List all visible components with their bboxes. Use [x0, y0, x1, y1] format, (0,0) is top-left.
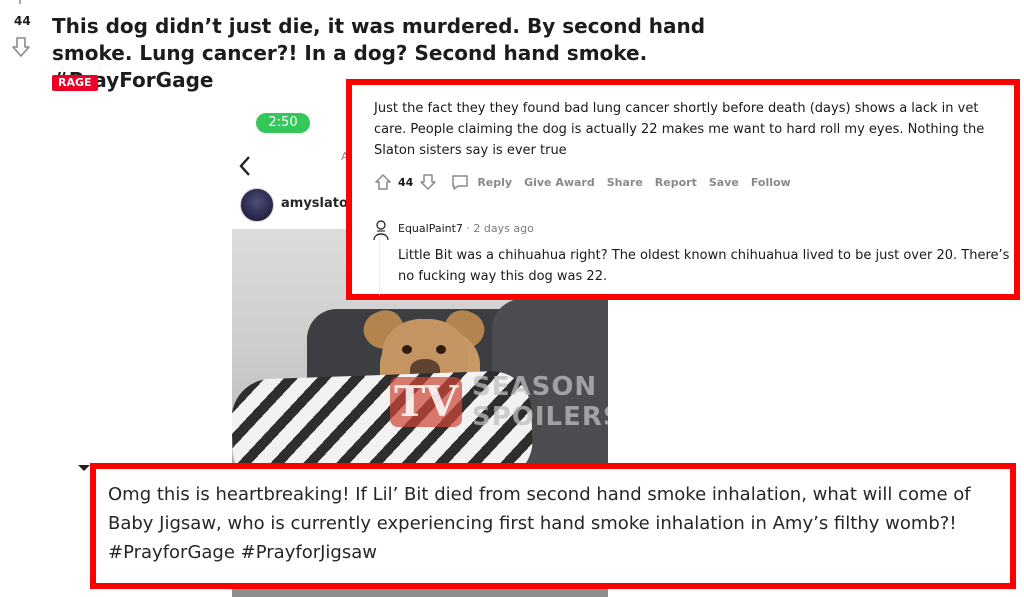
post-score: 44: [14, 14, 31, 28]
caption-text: Omg this is heartbreaking! If Lil’ Bit d…: [108, 484, 971, 563]
reply-button[interactable]: Reply: [477, 176, 512, 189]
dog-eye: [436, 345, 446, 354]
back-chevron-icon[interactable]: [238, 155, 252, 177]
upvote-icon[interactable]: [374, 173, 392, 191]
post-flair[interactable]: RAGE: [52, 75, 98, 91]
follow-button[interactable]: Follow: [751, 176, 791, 189]
report-button[interactable]: Report: [655, 176, 697, 189]
comment-text: Just the fact they they found bad lung c…: [374, 101, 985, 158]
share-button[interactable]: Share: [607, 176, 643, 189]
save-button[interactable]: Save: [709, 176, 739, 189]
highlighted-comment-box: Just the fact they they found bad lung c…: [346, 79, 1020, 300]
comment-score: 44: [398, 175, 414, 189]
watermark-line: SEASON: [472, 372, 598, 402]
downvote-icon[interactable]: [11, 36, 31, 58]
comment-actions: 44 Reply Give Award Share Report Save Fo…: [374, 171, 791, 193]
downvote-icon[interactable]: [419, 173, 437, 191]
reply-bubble-icon[interactable]: [451, 173, 469, 191]
dog-eye: [402, 345, 412, 354]
avatar[interactable]: [240, 188, 274, 222]
user-avatar-icon[interactable]: [370, 218, 392, 242]
status-timer: 2:50: [256, 113, 310, 133]
reply-username[interactable]: EqualPaint7: [398, 222, 463, 235]
reply-timestamp: · 2 days ago: [466, 222, 534, 235]
caret-marker: [78, 465, 90, 471]
upvote-icon[interactable]: [14, 0, 26, 4]
reply-meta: EqualPaint7 · 2 days ago: [398, 222, 534, 235]
reply-text: Little Bit was a chihuahua right? The ol…: [398, 248, 1010, 284]
watermark-line: SPOILERS: [472, 402, 608, 432]
watermark-text: SEASON SPOILERS: [472, 372, 608, 432]
watermark-logo: TV: [390, 377, 462, 427]
highlighted-caption-box: Omg this is heartbreaking! If Lil’ Bit d…: [90, 463, 1016, 589]
give-award-button[interactable]: Give Award: [524, 176, 595, 189]
